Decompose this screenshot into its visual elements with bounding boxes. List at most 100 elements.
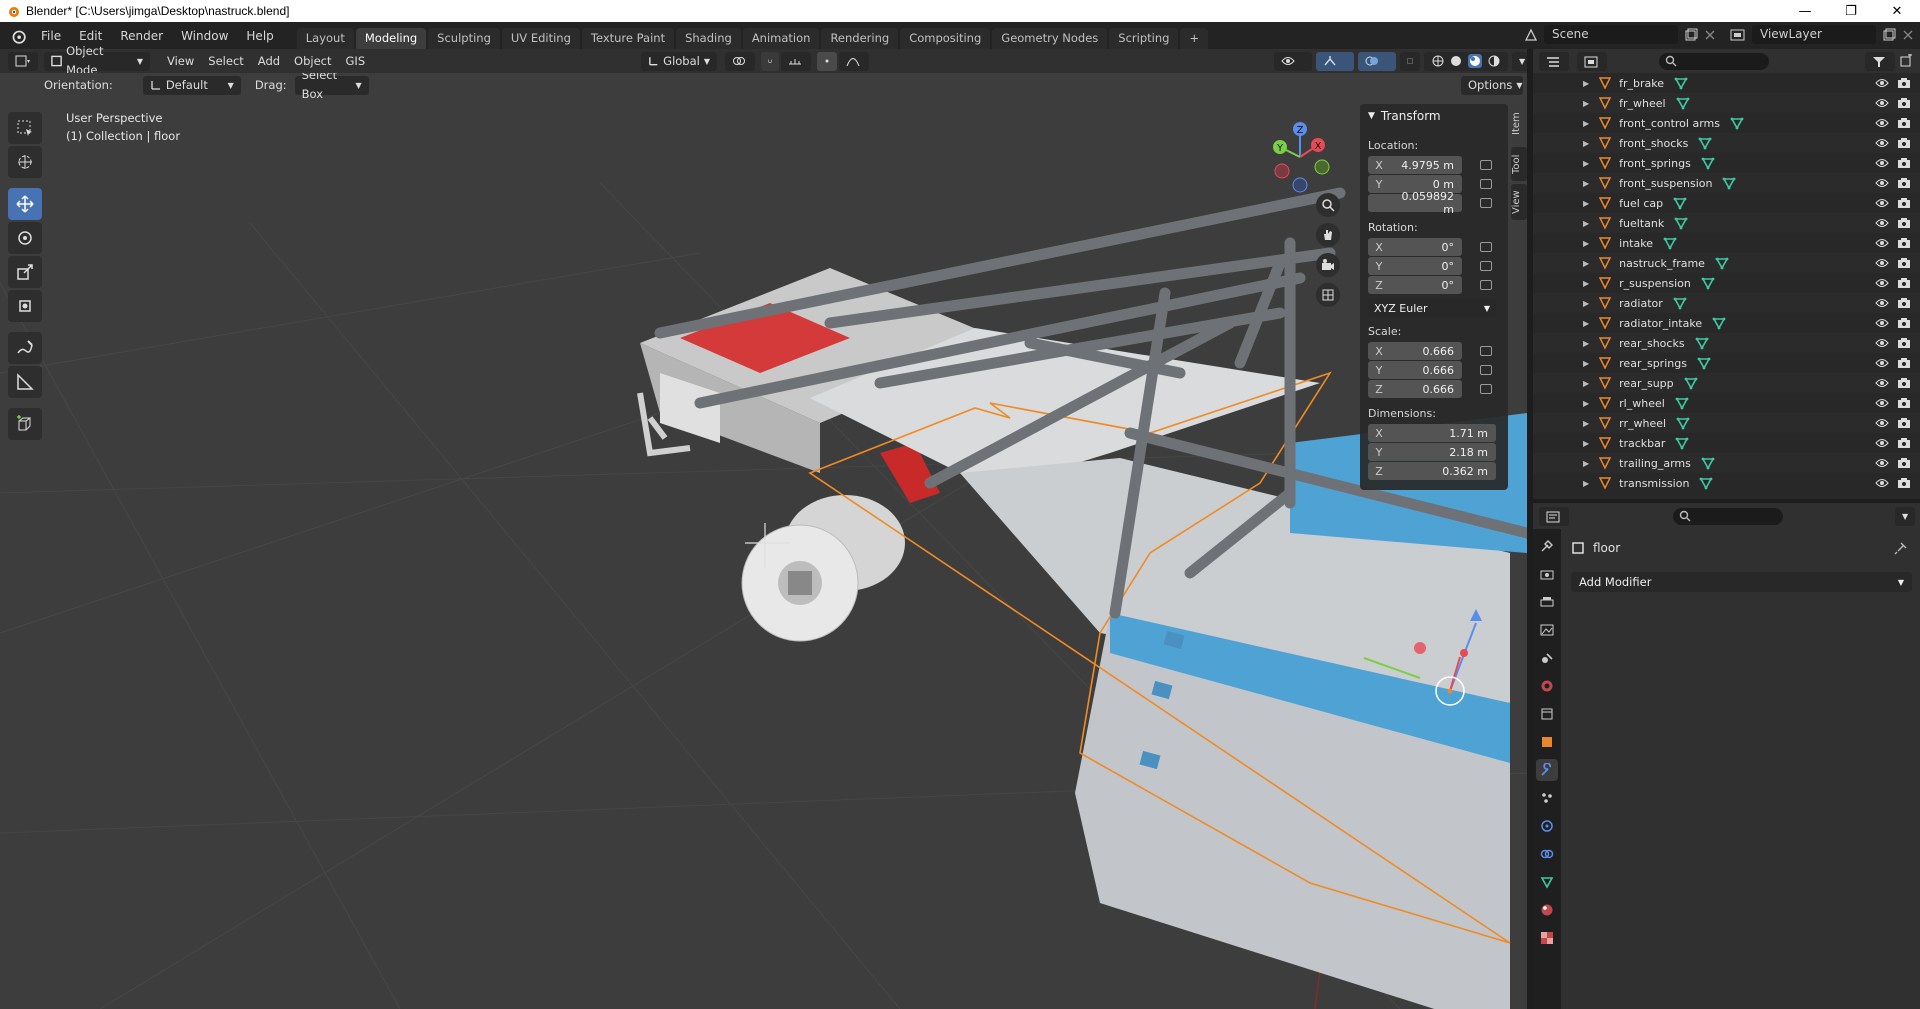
viewlayer-selector[interactable]: ViewLayer (1752, 25, 1876, 44)
display-mode-dropdown[interactable] (1577, 52, 1607, 71)
menu-help[interactable]: Help (237, 25, 282, 47)
outliner-item[interactable]: ▶ intake (1533, 233, 1920, 253)
cursor-tool[interactable] (8, 146, 42, 178)
eye-icon[interactable] (1875, 117, 1889, 129)
tab-scene[interactable] (1536, 647, 1558, 669)
tab-view[interactable]: View (1511, 184, 1527, 220)
outliner-item[interactable]: ▶ radiator (1533, 293, 1920, 313)
mesh-data-icon[interactable] (1699, 476, 1713, 490)
outliner-item[interactable]: ▶ trailing_arms (1533, 453, 1920, 473)
camera-render-icon[interactable] (1897, 257, 1911, 269)
expand-arrow-icon[interactable]: ▶ (1583, 479, 1589, 488)
scene-render[interactable] (0, 73, 1527, 1009)
ortho-toggle-button[interactable] (1316, 283, 1340, 307)
lock-icon[interactable] (1480, 198, 1492, 208)
expand-arrow-icon[interactable]: ▶ (1583, 179, 1589, 188)
eye-icon[interactable] (1875, 317, 1889, 329)
mesh-data-icon[interactable] (1674, 216, 1688, 230)
pin-icon[interactable] (1894, 541, 1908, 555)
menu-select[interactable]: Select (201, 54, 250, 68)
solid-shading-icon[interactable] (1450, 55, 1462, 67)
rotation-z-field[interactable]: Z 0° (1368, 276, 1462, 294)
expand-arrow-icon[interactable]: ▶ (1583, 139, 1589, 148)
annotate-tool[interactable] (8, 332, 42, 364)
tab-uv-editing[interactable]: UV Editing (501, 28, 580, 49)
eye-icon[interactable] (1875, 97, 1889, 109)
rotation-x-field[interactable]: X 0° (1368, 238, 1462, 256)
expand-arrow-icon[interactable]: ▶ (1583, 219, 1589, 228)
tab-modeling[interactable]: Modeling (355, 28, 427, 49)
mesh-data-icon[interactable] (1675, 396, 1689, 410)
lock-icon[interactable] (1480, 384, 1492, 394)
outliner-item[interactable]: ▶ rr_wheel (1533, 413, 1920, 433)
tab-scripting[interactable]: Scripting (1109, 28, 1179, 49)
mesh-data-icon[interactable] (1684, 376, 1698, 390)
pan-button[interactable] (1316, 223, 1340, 247)
mesh-data-icon[interactable] (1676, 416, 1690, 430)
select-box-tool[interactable] (8, 112, 42, 144)
camera-render-icon[interactable] (1897, 477, 1911, 489)
camera-render-icon[interactable] (1897, 377, 1911, 389)
eye-icon[interactable] (1875, 457, 1889, 469)
expand-arrow-icon[interactable]: ▶ (1583, 319, 1589, 328)
eye-icon[interactable] (1875, 257, 1889, 269)
expand-arrow-icon[interactable]: ▶ (1583, 399, 1589, 408)
tab-geometry-nodes[interactable]: Geometry Nodes (992, 28, 1108, 49)
mesh-data-icon[interactable] (1701, 276, 1715, 290)
eye-icon[interactable] (1875, 237, 1889, 249)
outliner-editor-type[interactable] (1539, 52, 1569, 71)
camera-render-icon[interactable] (1897, 397, 1911, 409)
mesh-data-icon[interactable] (1712, 316, 1726, 330)
tab-constraints[interactable] (1536, 843, 1558, 865)
mesh-data-icon[interactable] (1695, 336, 1709, 350)
camera-render-icon[interactable] (1897, 277, 1911, 289)
properties-search-input[interactable] (1673, 508, 1783, 525)
delete-scene-icon[interactable] (1704, 29, 1716, 41)
outliner-item[interactable]: ▶ rear_shocks (1533, 333, 1920, 353)
tab-view-layer[interactable] (1536, 619, 1558, 641)
outliner-item[interactable]: ▶ front_springs (1533, 153, 1920, 173)
add-workspace-button[interactable]: + (1180, 28, 1209, 49)
tab-object[interactable] (1536, 731, 1558, 753)
proportional-editing-toggle[interactable] (817, 51, 837, 71)
tab-rendering[interactable]: Rendering (821, 28, 899, 49)
tab-tool-props[interactable] (1536, 535, 1558, 557)
menu-gis[interactable]: GIS (339, 54, 373, 68)
minimize-button[interactable]: — (1782, 0, 1828, 22)
eye-icon[interactable] (1875, 477, 1889, 489)
outliner-search-input[interactable] (1659, 53, 1769, 70)
lock-icon[interactable] (1480, 261, 1492, 271)
camera-render-icon[interactable] (1897, 437, 1911, 449)
tab-modifiers[interactable] (1536, 759, 1558, 781)
outliner-item[interactable]: ▶ fueltank (1533, 213, 1920, 233)
tab-item[interactable]: Item (1511, 104, 1527, 144)
filter-dropdown[interactable] (1865, 52, 1895, 71)
scale-x-field[interactable]: X 0.666 (1368, 342, 1462, 360)
eye-icon[interactable] (1875, 157, 1889, 169)
tab-particles[interactable] (1536, 787, 1558, 809)
tab-animation[interactable]: Animation (742, 28, 820, 49)
eye-icon[interactable] (1875, 177, 1889, 189)
transform-tool[interactable] (8, 290, 42, 322)
outliner-item[interactable]: ▶ fr_brake (1533, 73, 1920, 93)
camera-render-icon[interactable] (1897, 117, 1911, 129)
rotate-tool[interactable] (8, 222, 42, 254)
eye-icon[interactable] (1875, 417, 1889, 429)
add-modifier-dropdown[interactable]: Add Modifier ▼ (1571, 572, 1912, 592)
camera-render-icon[interactable] (1897, 317, 1911, 329)
camera-render-icon[interactable] (1897, 237, 1911, 249)
xray-toggle[interactable] (1400, 51, 1420, 71)
lock-icon[interactable] (1480, 242, 1492, 252)
expand-arrow-icon[interactable]: ▶ (1583, 99, 1589, 108)
outliner-item[interactable]: ▶ rear_supp (1533, 373, 1920, 393)
camera-render-icon[interactable] (1897, 297, 1911, 309)
lock-icon[interactable] (1480, 179, 1492, 189)
outliner-item[interactable]: ▶ rear_springs (1533, 353, 1920, 373)
eye-icon[interactable] (1875, 357, 1889, 369)
transform-orientation-dropdown[interactable]: Global ▼ (641, 51, 717, 71)
expand-arrow-icon[interactable]: ▶ (1583, 259, 1589, 268)
rendered-shading-icon[interactable] (1488, 55, 1500, 67)
camera-render-icon[interactable] (1897, 457, 1911, 469)
lock-icon[interactable] (1480, 280, 1492, 290)
camera-render-icon[interactable] (1897, 97, 1911, 109)
